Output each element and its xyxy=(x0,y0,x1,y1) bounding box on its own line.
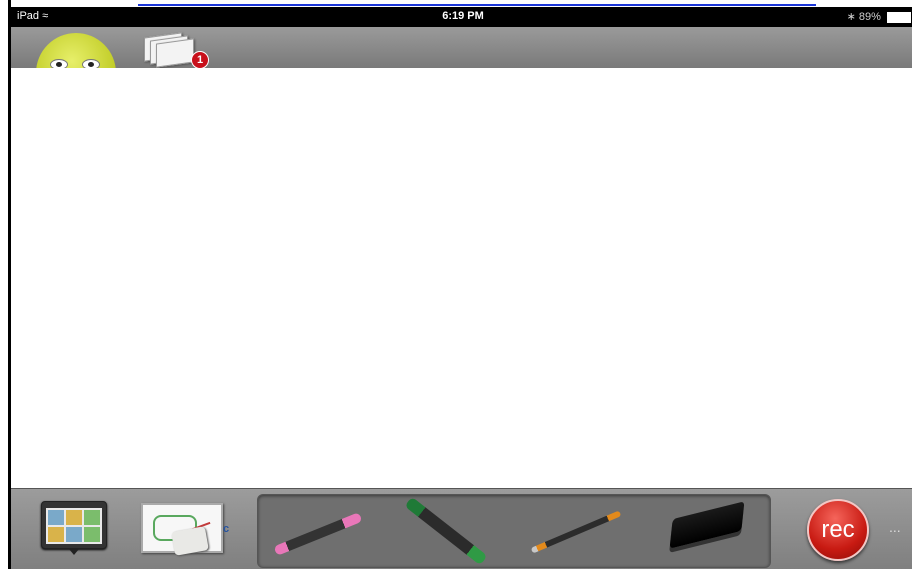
battery-percent: 89% xyxy=(858,11,881,23)
top-link-underline xyxy=(138,0,816,6)
battery-icon xyxy=(887,11,911,23)
pink-marker-icon[interactable] xyxy=(273,512,363,556)
bluetooth-icon: ∗ xyxy=(846,11,856,23)
app-frame: iPad ≈ 6:19 PM ∗ 89% 1 c rec ... xyxy=(8,0,912,569)
clear-whiteboard-button[interactable]: c xyxy=(139,499,230,556)
bottom-toolbar: c rec ... xyxy=(11,488,912,569)
drawing-canvas[interactable] xyxy=(11,68,912,488)
pages-count-badge: 1 xyxy=(191,51,209,69)
record-button[interactable]: rec xyxy=(807,499,869,561)
eraser-icon[interactable] xyxy=(669,501,745,549)
status-bar: iPad ≈ 6:19 PM ∗ 89% xyxy=(11,7,912,27)
status-time: 6:19 PM xyxy=(442,10,484,22)
image-gallery-button[interactable] xyxy=(41,501,107,555)
pages-button[interactable]: 1 xyxy=(142,32,209,69)
green-marker-icon[interactable] xyxy=(404,496,488,566)
top-toolbar: 1 xyxy=(11,27,912,74)
tool-tray xyxy=(257,494,771,568)
popover-arrow xyxy=(69,549,79,555)
whiteboard-letter: c xyxy=(223,523,230,535)
pencil-icon[interactable] xyxy=(530,510,622,554)
image-gallery-icon xyxy=(46,508,102,544)
more-options-button[interactable]: ... xyxy=(889,519,901,535)
status-right: ∗ 89% xyxy=(847,10,911,23)
page-sheet xyxy=(156,38,194,68)
